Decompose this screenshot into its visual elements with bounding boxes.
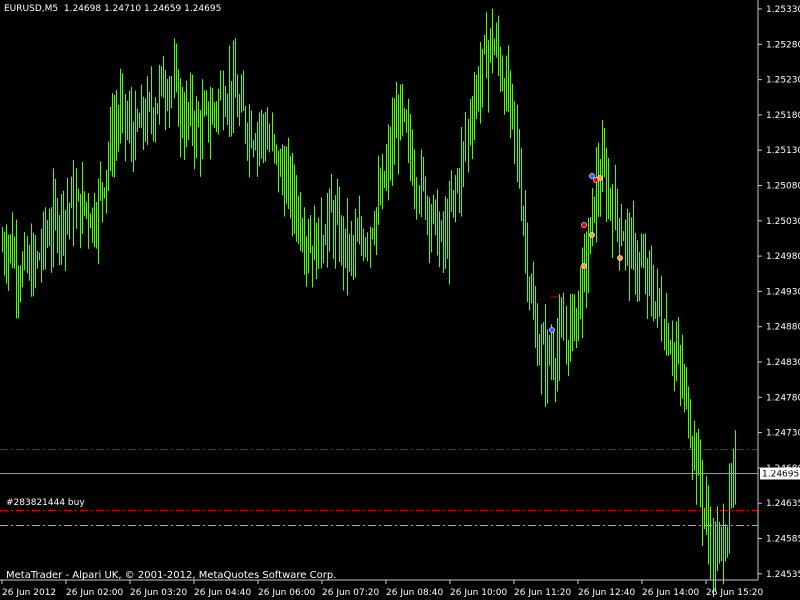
time-tick-label: 26 Jun 10:00: [450, 588, 507, 598]
time-tick-label: 26 Jun 11:20: [514, 588, 571, 598]
price-tick-label: 1.24635: [766, 499, 800, 509]
price-tick-label: 1.24535: [766, 570, 800, 580]
trade-marker: [597, 175, 603, 181]
trade-marker: [589, 232, 595, 238]
chart-header: EURUSD,M5 1.24698 1.24710 1.24659 1.2469…: [4, 4, 221, 14]
time-tick-label: 26 Jun 2012: [2, 588, 56, 598]
price-tick-label: 1.24830: [766, 358, 800, 368]
price-tick-label: 1.25230: [766, 76, 800, 86]
trade-marker: [589, 173, 595, 179]
time-tick-label: 26 Jun 12:40: [578, 588, 635, 598]
price-tick-label: 1.24980: [766, 252, 800, 262]
price-tick-label: 1.25330: [766, 5, 800, 15]
time-tick-label: 26 Jun 07:20: [322, 588, 379, 598]
price-tick-label: 1.25080: [766, 182, 800, 192]
time-tick-label: 26 Jun 02:00: [66, 588, 123, 598]
price-tick-label: 1.24780: [766, 393, 800, 403]
price-tick-label: 1.24730: [766, 429, 800, 439]
trade-marker: [581, 263, 587, 269]
time-tick-label: 26 Jun 14:00: [642, 588, 699, 598]
price-tick-label: 1.25180: [766, 111, 800, 121]
price-tick-label: 1.25030: [766, 217, 800, 227]
time-tick-label: 26 Jun 04:40: [194, 588, 251, 598]
trade-marker: [617, 255, 623, 261]
trade-marker: [549, 327, 555, 333]
ohlc-readout: 1.24698 1.24710 1.24659 1.24695: [63, 4, 222, 14]
trade-label: #283821444 buy: [6, 498, 85, 508]
price-tick-label: 1.24680: [766, 464, 800, 474]
copyright-text: MetaTrader - Alpari UK, © 2001-2012, Met…: [6, 570, 337, 581]
price-chart[interactable]: 1.24695 1.253301.252801.252301.251801.25…: [0, 0, 800, 600]
price-tick-label: 1.24930: [766, 287, 800, 297]
time-tick-label: 26 Jun 15:20: [706, 588, 763, 598]
trade-marker: [581, 222, 587, 228]
symbol-label: EURUSD,M5: [4, 4, 59, 14]
price-tick-label: 1.25280: [766, 40, 800, 50]
price-tick-label: 1.24880: [766, 323, 800, 333]
price-tick-label: 1.25130: [766, 146, 800, 156]
time-tick-label: 26 Jun 03:20: [130, 588, 187, 598]
time-tick-label: 26 Jun 08:40: [386, 588, 443, 598]
time-tick-label: 26 Jun 06:00: [258, 588, 315, 598]
price-tick-label: 1.24585: [766, 535, 800, 545]
